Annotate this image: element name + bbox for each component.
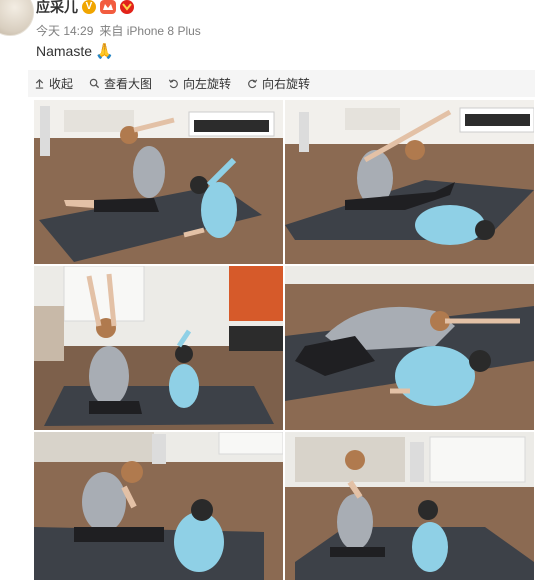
rotate-right-label: 向右旋转 bbox=[262, 77, 311, 91]
verified-badge-icon[interactable]: V bbox=[82, 0, 96, 14]
photo-thumbnail-2[interactable] bbox=[285, 100, 534, 264]
username-row: 应采儿 V bbox=[36, 0, 134, 16]
pray-hands-icon: 🙏 bbox=[95, 43, 114, 60]
view-large-button[interactable]: 查看大图 bbox=[89, 75, 152, 92]
photo-thumbnail-4[interactable] bbox=[285, 266, 534, 430]
post-text-content: Namaste bbox=[36, 43, 93, 59]
source-prefix: 来自 bbox=[99, 24, 124, 38]
photo-thumbnail-1[interactable] bbox=[34, 100, 283, 264]
photo-grid bbox=[34, 100, 534, 580]
photo-thumbnail-5[interactable] bbox=[34, 432, 283, 580]
view-large-label: 查看大图 bbox=[104, 77, 153, 91]
member-level-icon[interactable] bbox=[100, 0, 116, 14]
rotate-left-label: 向左旋转 bbox=[183, 77, 232, 91]
photo-thumbnail-6[interactable] bbox=[285, 432, 534, 580]
weibo-post: 应采儿 V 今天 14:29 来自 iPhone 8 Plus Namaste … bbox=[0, 0, 535, 580]
collapse-button[interactable]: 收起 bbox=[34, 75, 73, 92]
rotate-right-button[interactable]: 向右旋转 bbox=[247, 75, 310, 92]
photo-thumbnail-3[interactable] bbox=[34, 266, 283, 430]
image-toolbar: 收起 查看大图 向左旋转 向右旋转 bbox=[28, 70, 535, 97]
post-time[interactable]: 今天 14:29 bbox=[36, 22, 93, 39]
post-text: Namaste 🙏 bbox=[36, 42, 114, 60]
post-source[interactable]: iPhone 8 Plus bbox=[127, 24, 201, 38]
rotate-right-icon bbox=[248, 79, 258, 89]
username[interactable]: 应采儿 bbox=[36, 0, 78, 17]
medal-icon[interactable] bbox=[120, 0, 134, 14]
rotate-left-button[interactable]: 向左旋转 bbox=[168, 75, 231, 92]
post-meta: 今天 14:29 来自 iPhone 8 Plus bbox=[36, 22, 201, 39]
rotate-left-icon bbox=[168, 79, 178, 89]
collapse-arrow-icon bbox=[35, 78, 44, 89]
avatar[interactable] bbox=[0, 0, 34, 36]
search-icon bbox=[89, 78, 100, 89]
collapse-label: 收起 bbox=[49, 77, 74, 91]
